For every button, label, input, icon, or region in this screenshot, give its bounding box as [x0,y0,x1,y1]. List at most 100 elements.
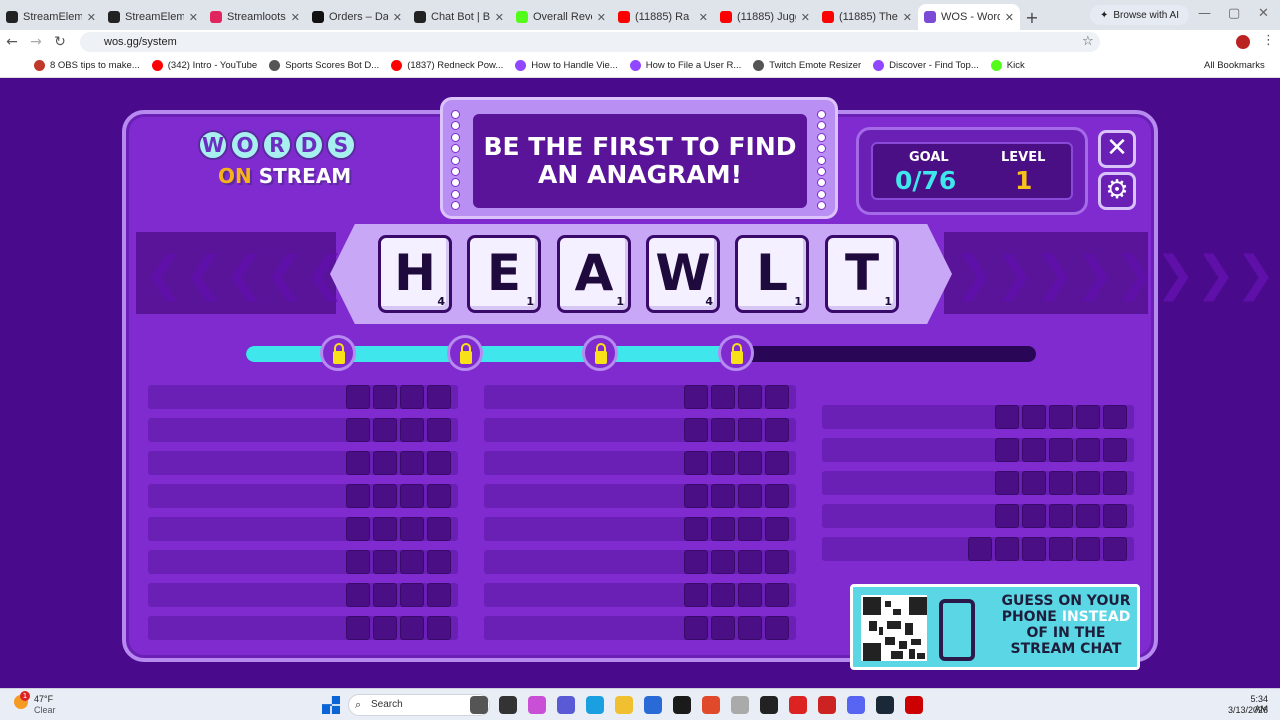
taskbar-search[interactable]: Search [348,694,490,716]
letter-tile[interactable]: E1 [467,235,541,313]
back-button[interactable]: ← [0,34,24,50]
letter-slot [765,418,789,442]
bookmark-item[interactable]: How to File a User R... [629,60,741,71]
menu-icon[interactable]: ⋮ [1262,33,1275,48]
tab-title: Overall Revenue [533,11,592,23]
taskbar-app-icon[interactable] [731,696,749,714]
bookmark-item[interactable]: (342) Intro - YouTube [151,60,257,71]
phone-guess-panel[interactable]: GUESS ON YOUR PHONE INSTEAD OF IN THE ST… [850,584,1140,670]
word-slot-row [822,471,1134,495]
word-slot-row [484,583,796,607]
taskbar-app-icon[interactable] [847,696,865,714]
browser-tab[interactable]: Streamloots | Ti ✕ [204,4,306,30]
letter-tile[interactable]: L1 [735,235,809,313]
browser-tab[interactable]: (11885) Ra ✕ [612,4,714,30]
letter-slot [373,385,397,409]
tab-title: WOS - Words O [941,11,1000,23]
bookmark-item[interactable]: Kick [990,60,1025,71]
taskbar: 1 47°F Clear Search ⌕ 5:34 AM 3/13/2026 [0,688,1280,720]
new-tab-button[interactable]: + [1020,4,1044,30]
url-field[interactable]: wos.gg/system [80,32,1100,52]
browser-tab[interactable]: (11885) The All ✕ [816,4,918,30]
tab-favicon-icon [618,11,630,23]
browser-tab[interactable]: (11885) Jugga ✕ [714,4,816,30]
game-area: WORDS ON STREAM BE THE FIRST TO FIND AN A… [0,80,1280,688]
browser-tab[interactable]: WOS - Words O ✕ [918,4,1020,30]
bookmark-item[interactable]: (1837) Redneck Pow... [391,60,503,71]
letter-slot [427,517,451,541]
taskbar-app-icon[interactable] [789,696,807,714]
start-icon[interactable] [322,696,340,714]
bookmark-star-icon[interactable]: ☆ [1082,34,1094,49]
bookmark-item[interactable]: 8 OBS tips to make... [34,60,140,71]
taskbar-app-icon[interactable] [615,696,633,714]
maximize-button[interactable]: ▢ [1228,6,1240,21]
browser-tab[interactable]: Orders – Dashb ✕ [306,4,408,30]
taskbar-app-icon[interactable] [557,696,575,714]
all-bookmarks-button[interactable]: All Bookmarks [1204,60,1265,71]
tab-close-icon[interactable]: ✕ [393,11,402,24]
tab-close-icon[interactable]: ✕ [189,11,198,24]
tab-close-icon[interactable]: ✕ [87,11,96,24]
taskbar-app-icon[interactable] [499,696,517,714]
tab-close-icon[interactable]: ✕ [699,11,708,24]
tab-close-icon[interactable]: ✕ [495,11,504,24]
logo-letter: D [294,130,324,160]
browser-tab[interactable]: StreamElements ✕ [0,4,102,30]
profile-avatar[interactable] [1236,35,1250,49]
taskbar-app-icon[interactable] [905,696,923,714]
close-icon[interactable]: ✕ [1098,130,1136,168]
taskbar-app-icon[interactable] [528,696,546,714]
tile-letter: E [486,244,522,302]
letter-tile[interactable]: W4 [646,235,720,313]
browser-tab[interactable]: Overall Revenue ✕ [510,4,612,30]
reload-button[interactable]: ↻ [48,34,72,50]
letter-slot [711,385,735,409]
letter-tile[interactable]: T1 [825,235,899,313]
qr-module [899,641,907,649]
letter-slot [1076,438,1100,462]
taskbar-app-icon[interactable] [818,696,836,714]
search-icon: ⌕ [355,698,362,711]
tab-close-icon[interactable]: ✕ [597,11,606,24]
tab-close-icon[interactable]: ✕ [291,11,300,24]
bookmark-item[interactable]: Sports Scores Bot D... [269,60,379,71]
tile-letter: A [574,244,614,302]
bookmark-item[interactable]: Discover - Find Top... [873,60,979,71]
word-slot-row [822,438,1134,462]
tab-close-icon[interactable]: ✕ [1005,11,1014,24]
letter-slot [373,517,397,541]
close-window-button[interactable]: ✕ [1258,6,1269,21]
tab-close-icon[interactable]: ✕ [801,11,810,24]
letter-slot [711,484,735,508]
forward-button[interactable]: → [24,34,48,50]
letter-slot [373,418,397,442]
gear-icon[interactable]: ⚙ [1098,172,1136,210]
taskbar-app-icon[interactable] [673,696,691,714]
tab-favicon-icon [6,11,18,23]
taskbar-app-icon[interactable] [586,696,604,714]
tab-close-icon[interactable]: ✕ [903,11,912,24]
tab-favicon-icon [312,11,324,23]
browse-with-ai-button[interactable]: ✦ Browse with AI [1090,5,1189,25]
taskbar-app-icon[interactable] [470,696,488,714]
taskbar-app-icon[interactable] [702,696,720,714]
browser-tab[interactable]: Chat Bot | BotR ✕ [408,4,510,30]
letter-tile[interactable]: A1 [557,235,631,313]
qr-code[interactable] [861,595,927,661]
browser-tab[interactable]: StreamElements ✕ [102,4,204,30]
taskbar-app-icon[interactable] [876,696,894,714]
minimize-button[interactable]: — [1198,6,1211,21]
letter-slot [995,471,1019,495]
clock-date[interactable]: 3/13/2026 [1226,705,1268,715]
bookmark-favicon-icon [873,60,885,71]
letter-slot [711,451,735,475]
bookmark-item[interactable]: Twitch Emote Resizer [753,60,861,71]
marquee-light [817,166,826,176]
qr-module [893,609,901,615]
bookmark-item[interactable]: How to Handle Vie... [515,60,618,71]
taskbar-app-icon[interactable] [760,696,778,714]
taskbar-app-icon[interactable] [644,696,662,714]
letter-tile[interactable]: H4 [378,235,452,313]
letter-slot [738,484,762,508]
